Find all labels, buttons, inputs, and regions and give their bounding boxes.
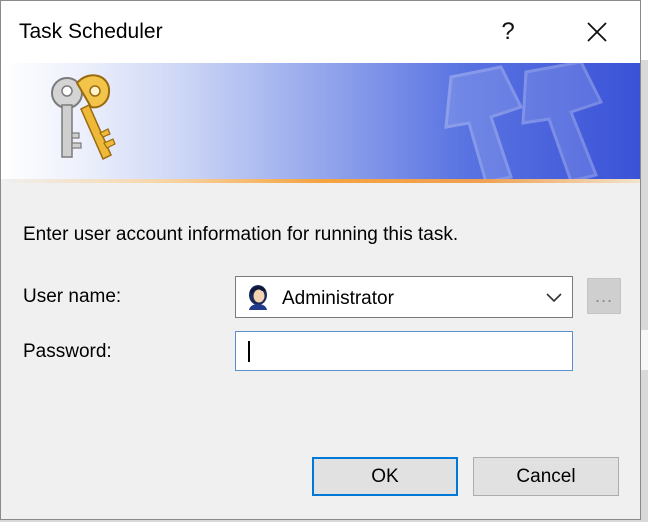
background-window-edge [640,0,648,60]
user-name-value: Administrator [282,288,394,309]
window-title: Task Scheduler [19,20,163,43]
cancel-button[interactable]: Cancel [473,457,619,496]
keys-watermark-icon [444,63,604,179]
keys-icon [51,74,116,161]
ok-button[interactable]: OK [312,457,458,496]
help-glyph: ? [501,18,515,45]
instruction-text: Enter user account information for runni… [23,224,459,245]
browse-button-label: ... [594,285,613,306]
close-button[interactable] [572,9,622,55]
text-caret [248,341,250,362]
task-scheduler-dialog: Task Scheduler ? Enter user account info… [0,0,641,520]
user-name-label: User name: [23,286,122,307]
user-avatar-icon [249,285,267,310]
chevron-down-icon[interactable] [546,290,562,304]
password-label: Password: [23,341,112,362]
title-bar: Task Scheduler ? [1,1,640,63]
close-icon [587,22,607,42]
header-banner [1,63,640,179]
banner-accent-stripe [1,179,640,183]
help-button[interactable]: ? [485,9,531,55]
password-field[interactable] [235,331,573,371]
user-name-combobox[interactable]: Administrator [235,276,573,318]
browse-users-button[interactable]: ... [587,278,621,314]
